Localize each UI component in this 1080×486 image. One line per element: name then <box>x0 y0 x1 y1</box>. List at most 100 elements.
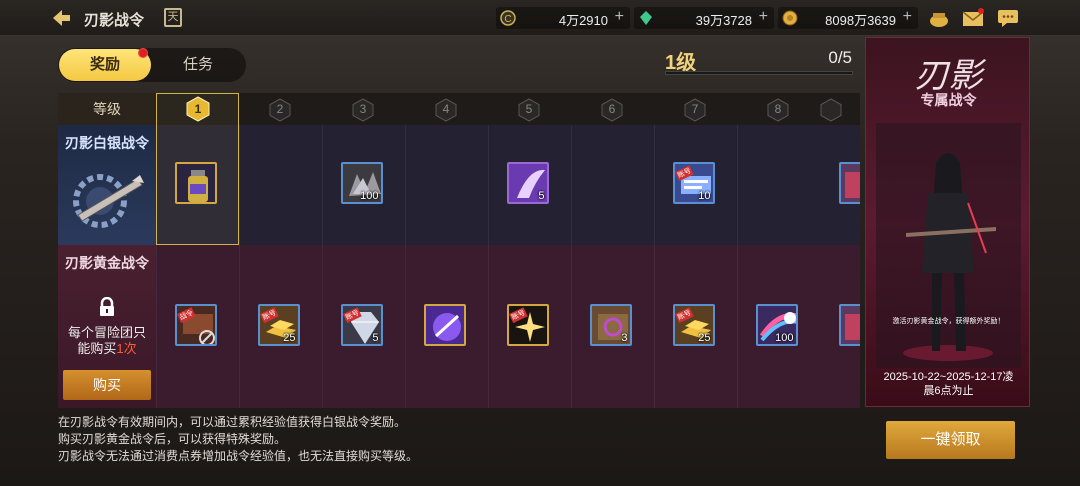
claim-all-button[interactable]: 一键领取 <box>886 421 1015 459</box>
level-number: 4 <box>442 102 450 116</box>
gem-icon <box>640 11 652 25</box>
reward-item[interactable] <box>423 303 466 346</box>
column-divider <box>488 125 489 408</box>
chat-icon[interactable] <box>997 8 1019 28</box>
column-divider <box>405 125 406 408</box>
column-divider <box>322 125 323 408</box>
page-title: 刃影战令 <box>84 12 145 29</box>
reward-item[interactable]: 账号 25 <box>672 303 715 346</box>
level-column-header[interactable]: 8 <box>737 93 820 125</box>
gold-pass-title: 刃影黄金战令 <box>65 255 149 271</box>
level-number: 2 <box>276 102 284 116</box>
description-line: 刃影战令无法通过消费点券增加战令经验值，也无法直接购买等级。 <box>58 449 419 463</box>
level-column-header[interactable] <box>820 93 860 125</box>
reward-item[interactable]: 账号 25 <box>257 303 300 346</box>
level-badge: 6 <box>601 98 623 122</box>
item-count: 25 <box>698 331 711 344</box>
currency-coin: C 4万2910 + <box>496 7 630 29</box>
reward-item[interactable]: 5 <box>506 162 549 204</box>
currency-gold: 8098万3639 + <box>778 7 918 29</box>
item-count: 100 <box>360 190 379 202</box>
item-count: 5 <box>372 331 379 344</box>
lock-icon <box>100 297 114 316</box>
currency-gem: 39万3728 + <box>634 7 774 29</box>
column-divider <box>239 125 240 408</box>
reward-item[interactable]: 账号 <box>506 303 549 346</box>
level-number: 8 <box>774 102 782 116</box>
gold-pass-purchase-note: 每个冒险团只能购买1次 <box>67 325 146 356</box>
partial-item-icon <box>840 305 860 344</box>
banner-subtitle: 专属战令 <box>920 92 977 108</box>
item-count: 5 <box>538 190 545 202</box>
treasure-pot-icon[interactable] <box>928 8 950 28</box>
description-line: 购买刃影黄金战令后，可以获得特殊奖励。 <box>58 432 287 446</box>
add-gem-button[interactable]: + <box>759 8 768 26</box>
character-figure-icon <box>876 123 1021 368</box>
buy-gold-pass-button[interactable]: 购买 <box>63 370 151 400</box>
description-line: 在刃影战令有效期间内，可以通过累积经验值获得白银战令奖励。 <box>58 415 407 429</box>
reward-grid: 等级 2 3 4 5 6 7 8 1 刃影白银战令 刃影黄金战令 每个冒险团只能购买1次 购… <box>58 93 860 408</box>
column-divider <box>571 125 572 408</box>
notification-dot <box>138 48 148 58</box>
level-column-header[interactable]: 7 <box>654 93 737 125</box>
potion-bottle-icon <box>176 164 215 202</box>
selected-level-badge[interactable]: 1 <box>186 96 210 122</box>
level-column-header[interactable]: 3 <box>322 93 405 125</box>
gold-value: 8098万3639 <box>825 13 896 28</box>
level-badge <box>820 98 842 122</box>
level-badge: 8 <box>767 98 789 122</box>
banner-note: 激活刃影黄金战令，获得额外奖励！ <box>892 318 1005 325</box>
reward-item[interactable]: 100 <box>755 303 798 346</box>
item-count: 25 <box>283 331 296 344</box>
column-divider <box>737 125 738 408</box>
reward-item[interactable]: 战令 <box>174 303 217 346</box>
gold-coin-icon <box>782 10 798 26</box>
reward-item[interactable]: 账号 10 <box>672 162 715 204</box>
calendar-icon[interactable]: 天 <box>164 8 182 27</box>
level-number: 6 <box>608 102 616 116</box>
gold-pass-banner[interactable]: 刃影 专属战令 激活刃影黄金战令，获得额外奖励！ 2025-10-22~2025… <box>865 37 1030 407</box>
silver-pass-title: 刃影白银战令 <box>65 135 149 151</box>
svg-text:1: 1 <box>195 102 202 116</box>
level-header-label: 等级 <box>58 93 156 125</box>
level-badge: 5 <box>518 98 540 122</box>
level-badge: 7 <box>684 98 706 122</box>
tab-bar: 奖励 任务 <box>58 48 246 82</box>
level-number: 7 <box>691 102 699 116</box>
svg-text:C: C <box>504 14 511 25</box>
mail-icon[interactable] <box>962 8 984 28</box>
reward-item[interactable]: 账号 5 <box>340 303 383 346</box>
reward-item[interactable] <box>838 162 860 204</box>
reward-item[interactable]: 3 <box>589 303 632 346</box>
level-badge: 3 <box>352 98 374 122</box>
top-bar: 刃影战令 天 C 4万2910 + 39万3728 + 8098万3639 + <box>0 0 1080 36</box>
level-badge: 2 <box>269 98 291 122</box>
purple-spark-icon <box>425 305 464 344</box>
add-coin-button[interactable]: + <box>615 8 624 26</box>
item-count: 100 <box>775 331 794 344</box>
banner-date: 2025-10-22~2025-12-17凌 晨6点为止 <box>883 371 1014 397</box>
partial-item-icon <box>840 164 860 202</box>
description-text: 在刃影战令有效期间内，可以通过累积经验值获得白银战令奖励。 购买刃影黄金战令后，… <box>58 414 418 465</box>
silver-emblem-icon <box>73 174 144 228</box>
tab-task[interactable]: 任务 <box>158 49 238 81</box>
level-column-header[interactable]: 6 <box>571 93 654 125</box>
item-count: 10 <box>698 190 711 202</box>
gem-value: 39万3728 <box>695 13 752 28</box>
add-gold-button[interactable]: + <box>903 8 912 26</box>
level-column-header[interactable]: 2 <box>239 93 322 125</box>
coin-value: 4万2910 <box>558 13 608 28</box>
back-arrow-icon[interactable] <box>50 8 72 28</box>
reward-item[interactable]: 100 <box>340 162 383 204</box>
coin-c-icon: C <box>500 10 516 26</box>
reward-item[interactable] <box>838 303 860 346</box>
column-divider <box>654 125 655 408</box>
level-progress: 0/5 <box>828 48 852 67</box>
reward-item[interactable] <box>174 162 217 204</box>
level-number: 5 <box>525 102 533 116</box>
item-count: 3 <box>621 331 628 344</box>
level-column-header[interactable]: 5 <box>488 93 571 125</box>
level-column-header[interactable]: 4 <box>405 93 488 125</box>
level-badge: 4 <box>435 98 457 122</box>
gold-pass-card: 刃影黄金战令 每个冒险团只能购买1次 购买 <box>58 245 156 408</box>
